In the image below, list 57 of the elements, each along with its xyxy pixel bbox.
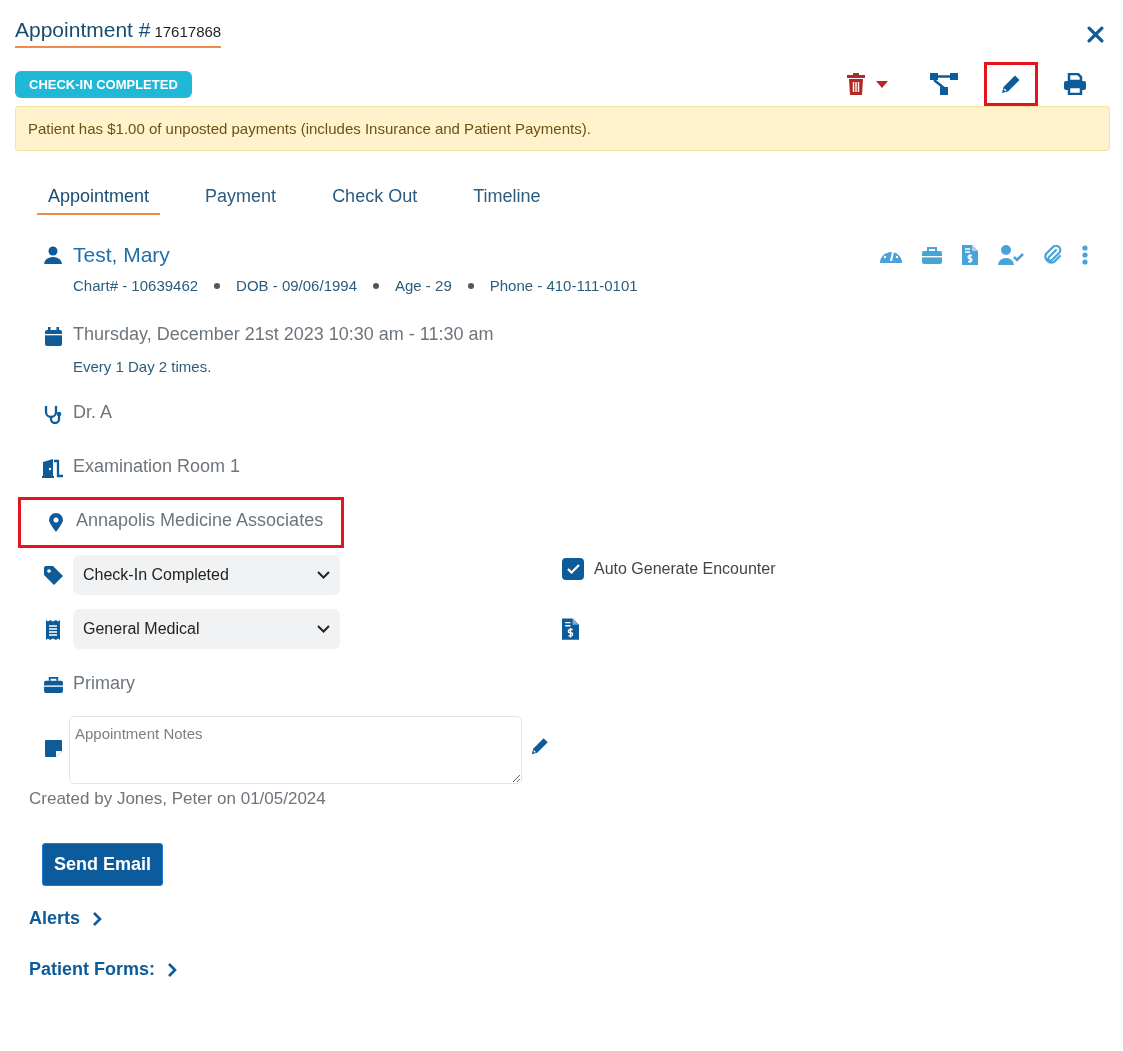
door-icon	[42, 459, 64, 478]
caret-icon	[876, 80, 888, 88]
pencil-icon	[1000, 73, 1022, 95]
checkbox[interactable]	[562, 558, 584, 580]
patient-detail: DOB - 09/06/1994	[236, 277, 357, 294]
payment-alert: Patient has $1.00 of unposted payments (includes Insurance and Patient Payments).	[15, 106, 1110, 151]
sitemap-icon	[930, 73, 958, 95]
patient-detail: Age - 29	[395, 277, 452, 294]
insurance-text: Primary	[73, 673, 135, 693]
receipt-icon	[46, 620, 60, 640]
map-pin-icon	[49, 513, 63, 532]
briefcase-icon[interactable]	[922, 246, 942, 264]
printer-icon	[1064, 73, 1086, 95]
status-select[interactable]: Check-In Completed	[73, 555, 340, 595]
person-icon	[44, 246, 62, 264]
separator-dot	[373, 282, 379, 289]
send-email-button[interactable]: Send Email	[42, 843, 164, 886]
room-name: Examination Room 1	[73, 456, 241, 476]
chevron-down-icon	[317, 625, 330, 633]
tab[interactable]: Appointment	[37, 183, 161, 215]
notes-field[interactable]: Appointment Notes	[69, 716, 522, 784]
more-vertical-icon[interactable]	[1082, 245, 1088, 265]
status-badge: CHECK-IN COMPLETED	[15, 70, 192, 98]
pencil-icon[interactable]	[530, 736, 550, 756]
provider-name: Dr. A	[73, 402, 112, 422]
tab[interactable]: Payment	[194, 183, 288, 215]
user-check-icon[interactable]	[998, 245, 1024, 265]
section-toggle[interactable]: Patient Forms:	[29, 959, 178, 980]
edit-button[interactable]	[984, 62, 1038, 106]
invoice-document-icon[interactable]	[562, 618, 579, 640]
created-by-text: Created by Jones, Peter on 01/05/2024	[29, 789, 326, 808]
appointment-datetime: Thursday, December 21st 2023 10:30 am - 11:30 am	[73, 324, 495, 345]
briefcase-icon	[43, 676, 63, 693]
tag-icon	[43, 566, 63, 585]
recurrence-text: Every 1 Day 2 times.	[73, 358, 213, 375]
separator-dot	[214, 282, 221, 289]
section-toggle[interactable]: Alerts	[29, 908, 103, 929]
patient-name[interactable]: Test, Mary	[73, 243, 170, 267]
chevron-icon	[167, 961, 178, 978]
chevron-down-icon	[317, 571, 330, 579]
patient-detail: Chart# - 10639462	[73, 277, 199, 294]
stethoscope-icon	[43, 405, 63, 424]
location-name: Annapolis Medicine Associates	[76, 510, 324, 531]
tab[interactable]: Timeline	[462, 183, 552, 215]
visit-type-select[interactable]: General Medical	[73, 609, 340, 649]
separator-dot	[467, 282, 474, 289]
close-icon[interactable]	[1087, 26, 1104, 43]
chevron-icon	[92, 910, 103, 927]
tab[interactable]: Check Out	[321, 183, 429, 215]
calendar-icon	[44, 327, 62, 346]
appointment-title: Appointment # 17617868	[15, 18, 222, 48]
trash-icon	[846, 73, 866, 95]
sticky-note-icon	[44, 740, 62, 757]
checkbox-label: Auto Generate Encounter	[594, 560, 776, 578]
paperclip-icon[interactable]	[1044, 245, 1062, 265]
patient-detail: Phone - 410-111-0101	[489, 277, 638, 294]
checkmark-icon	[566, 564, 580, 574]
